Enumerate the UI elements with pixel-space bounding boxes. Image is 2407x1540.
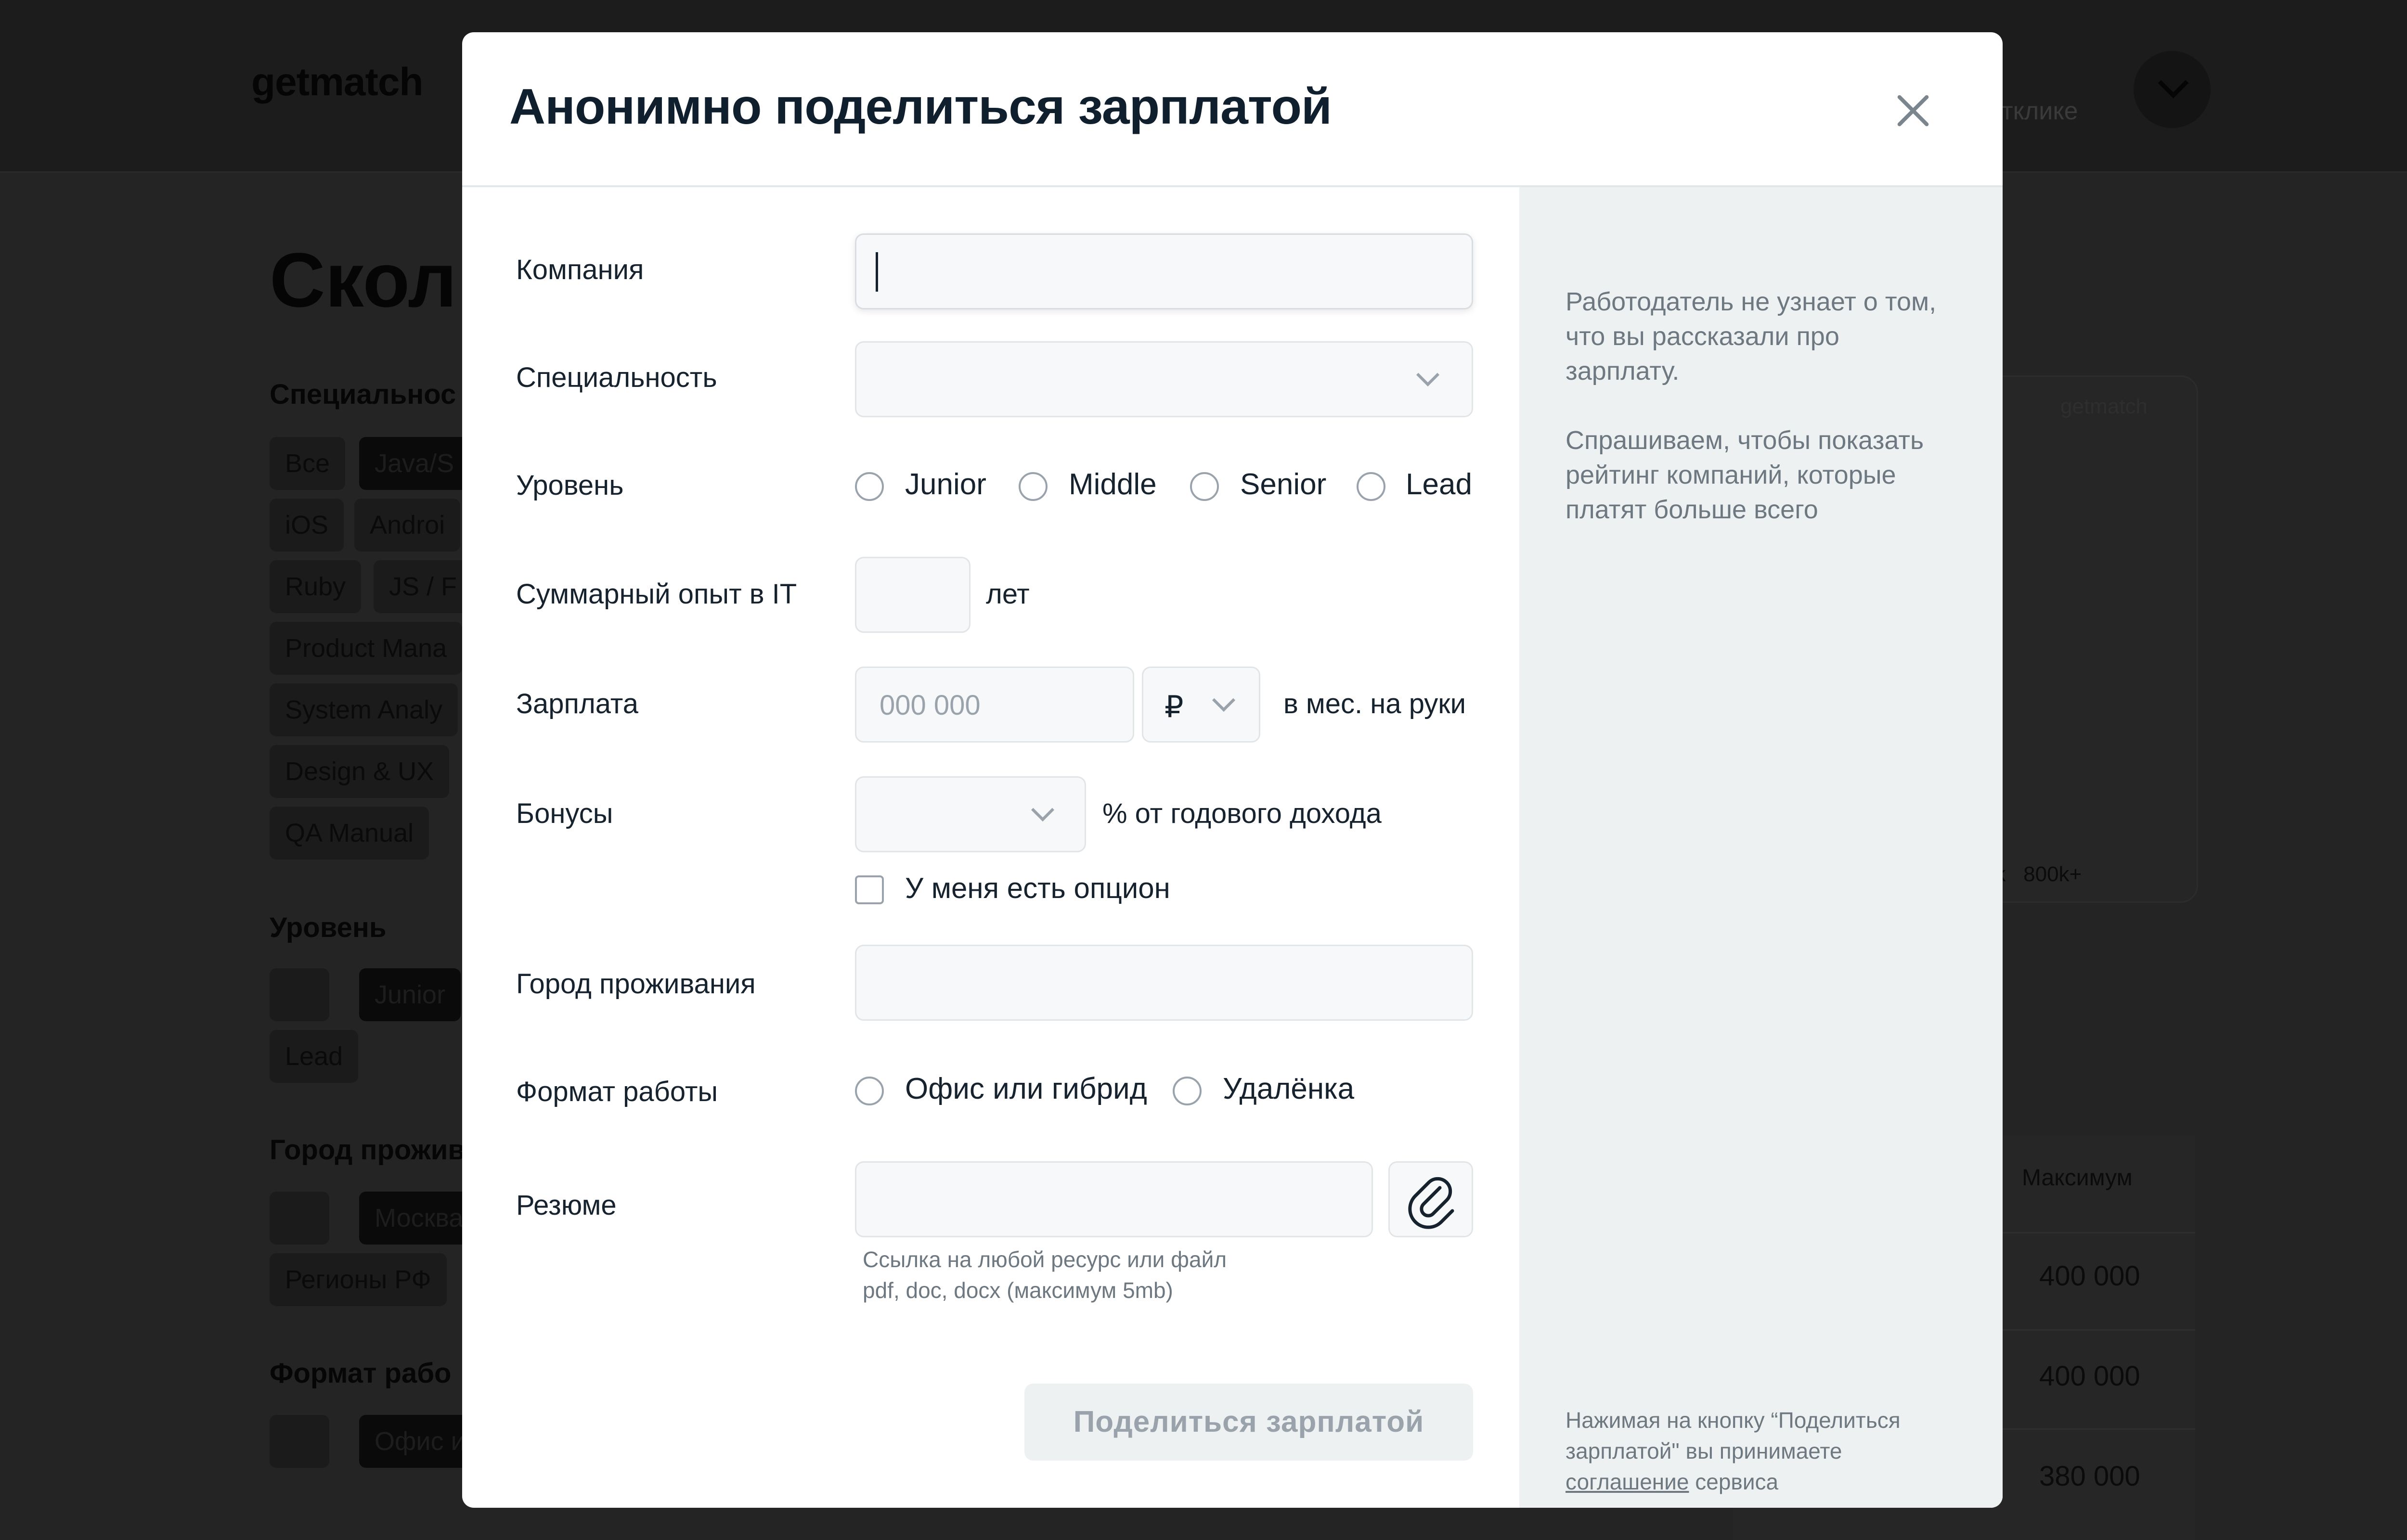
filter-chip: Junior [359, 968, 461, 1021]
experience-label: Суммарный опыт в IT [516, 578, 797, 610]
close-icon[interactable] [1890, 88, 1936, 134]
paperclip-icon [1408, 1177, 1454, 1229]
salary-suffix: в мес. на руки [1283, 688, 1466, 719]
resume-hint: Ссылка на любой ресурс или файл pdf, doc… [863, 1244, 1227, 1306]
format-filter-title: Формат рабо [270, 1358, 452, 1389]
level-option-label: Junior [905, 468, 986, 501]
resume-label: Резюме [516, 1190, 617, 1221]
legal-text: сервиса [1689, 1469, 1779, 1494]
bonus-select[interactable] [855, 776, 1086, 852]
company-input[interactable] [855, 233, 1473, 309]
company-label: Компания [516, 254, 644, 285]
filter-chip: iOS [270, 499, 344, 552]
level-filter-title: Уровень [270, 912, 387, 943]
page-title: Скол [270, 237, 457, 323]
share-salary-modal: Анонимно поделиться зарплатой Компания С… [462, 32, 2003, 1508]
table-header-max: Максимум [2022, 1165, 2133, 1191]
chevron-down-icon [1031, 798, 1055, 822]
modal-title: Анонимно поделиться зарплатой [509, 79, 1332, 135]
city-label: Город проживания [516, 968, 756, 1000]
table-cell: 400 000 [2039, 1360, 2140, 1392]
level-radio-lead[interactable] [1357, 472, 1385, 501]
modal-header: Анонимно поделиться зарплатой [462, 32, 2003, 187]
level-radio-senior[interactable] [1190, 472, 1219, 501]
agreement-link[interactable]: соглашение [1566, 1469, 1689, 1494]
legal-note: Нажимая на кнопку “Поделиться зарплатой"… [1566, 1405, 1960, 1497]
experience-input[interactable] [855, 557, 971, 633]
level-option-label: Lead [1406, 468, 1472, 501]
format-radio-office[interactable] [855, 1077, 884, 1105]
specialty-label: Специальность [516, 362, 717, 393]
specialty-filter-title: Специальнос [270, 379, 456, 410]
format-option-label: Офис или гибрид [905, 1072, 1147, 1105]
format-option-label: Удалёнка [1223, 1072, 1355, 1105]
work-format-label: Формат работы [516, 1076, 718, 1107]
filter-chip: Design & UX [270, 745, 450, 798]
chevron-down-icon [1416, 363, 1440, 387]
filter-chip: Lead [270, 1030, 359, 1083]
site-logo: getmatch [251, 60, 424, 104]
filter-chip [270, 968, 329, 1021]
filter-chip: Product Mana [270, 622, 463, 675]
salary-placeholder: 000 000 [880, 690, 981, 721]
level-option-label: Senior [1240, 468, 1327, 501]
city-filter-title: Город прожив [270, 1134, 465, 1166]
currency-symbol: ₽ [1165, 691, 1184, 724]
level-label: Уровень [516, 470, 624, 501]
filter-chip: Все [270, 437, 346, 490]
filter-chip: Androi [354, 499, 461, 552]
filter-chip [270, 1192, 329, 1245]
chevron-down-icon [1212, 688, 1236, 712]
filter-chip [270, 1415, 329, 1468]
option-checkbox[interactable] [855, 875, 884, 904]
filter-chip: Ruby [270, 560, 362, 613]
filter-chip: Москва [359, 1192, 479, 1245]
city-input[interactable] [855, 945, 1473, 1021]
salary-input[interactable]: 000 000 [855, 667, 1134, 743]
purpose-note: Спрашиваем, чтобы показать рейтинг компа… [1566, 426, 1924, 524]
attach-file-button[interactable] [1388, 1161, 1473, 1237]
salary-label: Зарплата [516, 688, 638, 719]
level-option-label: Middle [1069, 468, 1157, 501]
share-salary-button[interactable]: Поделиться зарплатой [1024, 1384, 1473, 1461]
info-sidebar: Работодатель не узнает о том, что вы рас… [1519, 187, 2003, 1508]
level-radio-middle[interactable] [1019, 472, 1048, 501]
card-logo: getmatch [2060, 395, 2148, 418]
filter-chip: System Analy [270, 683, 458, 736]
text-caret [876, 252, 878, 292]
bonus-label: Бонусы [516, 798, 613, 829]
experience-suffix: лет [986, 578, 1030, 610]
option-checkbox-label: У меня есть опцион [905, 872, 1170, 904]
filter-chip: Java/S [359, 437, 470, 490]
specialty-select[interactable] [855, 341, 1473, 417]
table-cell: 380 000 [2039, 1461, 2140, 1492]
resume-hint-line: pdf, doc, docx (максимум 5mb) [863, 1278, 1173, 1303]
filter-chip: QA Manual [270, 807, 429, 860]
resume-link-input[interactable] [855, 1161, 1373, 1237]
currency-select[interactable]: ₽ [1142, 667, 1260, 743]
bonus-suffix: % от годового дохода [1102, 798, 1382, 829]
privacy-note: Работодатель не узнает о том, что вы рас… [1566, 287, 1937, 385]
table-cell: 400 000 [2039, 1260, 2140, 1292]
legal-text: Нажимая на кнопку “Поделиться зарплатой"… [1566, 1408, 1901, 1463]
resume-hint-line: Ссылка на любой ресурс или файл [863, 1247, 1227, 1272]
filter-chip: JS / F [374, 560, 473, 613]
level-radio-junior[interactable] [855, 472, 884, 501]
filter-chip: Регионы РФ [270, 1253, 447, 1306]
format-radio-remote[interactable] [1173, 1077, 1202, 1105]
